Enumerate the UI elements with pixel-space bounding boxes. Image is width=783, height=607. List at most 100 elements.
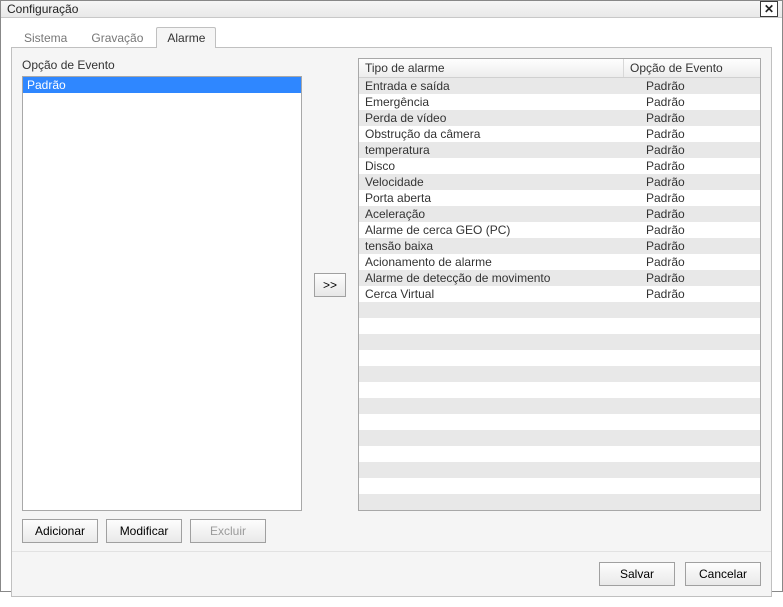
column-header-alarm-type[interactable]: Tipo de alarme bbox=[359, 59, 624, 77]
cell-event-option: Padrão bbox=[640, 127, 760, 141]
cell-event-option: Padrão bbox=[640, 207, 760, 221]
tab-panel-alarme: Opção de Evento Padrão >> Tipo de alarme… bbox=[11, 48, 772, 597]
cell-event-option: Padrão bbox=[640, 271, 760, 285]
cell-event-option: Padrão bbox=[640, 159, 760, 173]
dialog-footer: Salvar Cancelar bbox=[12, 551, 771, 586]
cell-alarm-type: Entrada e saída bbox=[359, 79, 640, 93]
table-row[interactable]: Cerca VirtualPadrão bbox=[359, 286, 760, 302]
cell-alarm-type: Obstrução da câmera bbox=[359, 127, 640, 141]
titlebar: Configuração ✕ bbox=[1, 1, 782, 18]
cell-event-option: . bbox=[640, 319, 760, 333]
tab-alarme[interactable]: Alarme bbox=[156, 27, 216, 48]
cell-alarm-type: Alarme de cerca GEO (PC) bbox=[359, 223, 640, 237]
table-row[interactable]: Alarme de detecção de movimentoPadrão bbox=[359, 270, 760, 286]
cell-alarm-type: Alarme de detecção de movimento bbox=[359, 271, 640, 285]
close-button[interactable]: ✕ bbox=[760, 1, 778, 17]
cell-event-option: Padrão bbox=[640, 255, 760, 269]
cell-alarm-type: . bbox=[359, 431, 640, 445]
cell-event-option: . bbox=[640, 335, 760, 349]
cell-alarm-type: . bbox=[359, 335, 640, 349]
cell-alarm-type: . bbox=[359, 303, 640, 317]
table-row-empty: .. bbox=[359, 462, 760, 478]
cell-alarm-type: . bbox=[359, 351, 640, 365]
cell-event-option: . bbox=[640, 495, 760, 509]
table-row[interactable]: DiscoPadrão bbox=[359, 158, 760, 174]
cell-event-option: . bbox=[640, 399, 760, 413]
add-button[interactable]: Adicionar bbox=[22, 519, 98, 543]
tab-gravacao[interactable]: Gravação bbox=[80, 27, 154, 48]
client-area: SistemaGravaçãoAlarme Opção de Evento Pa… bbox=[1, 18, 782, 607]
table-row[interactable]: Alarme de cerca GEO (PC)Padrão bbox=[359, 222, 760, 238]
cell-alarm-type: . bbox=[359, 367, 640, 381]
cell-event-option: Padrão bbox=[640, 239, 760, 253]
cell-alarm-type: Porta aberta bbox=[359, 191, 640, 205]
table-row[interactable]: AceleraçãoPadrão bbox=[359, 206, 760, 222]
table-row-empty: .. bbox=[359, 302, 760, 318]
cell-event-option: Padrão bbox=[640, 95, 760, 109]
table-row-empty: .. bbox=[359, 430, 760, 446]
cell-event-option: Padrão bbox=[640, 191, 760, 205]
delete-button[interactable]: Excluir bbox=[190, 519, 266, 543]
cell-alarm-type: Velocidade bbox=[359, 175, 640, 189]
assign-column: >> bbox=[310, 58, 350, 511]
table-row-empty: .. bbox=[359, 494, 760, 510]
cell-alarm-type: . bbox=[359, 479, 640, 493]
cell-event-option: Padrão bbox=[640, 223, 760, 237]
cell-alarm-type: Emergência bbox=[359, 95, 640, 109]
event-option-label: Opção de Evento bbox=[22, 58, 302, 72]
modify-button[interactable]: Modificar bbox=[106, 519, 182, 543]
table-row[interactable]: Obstrução da câmeraPadrão bbox=[359, 126, 760, 142]
main-row: Opção de Evento Padrão >> Tipo de alarme… bbox=[22, 58, 761, 511]
event-option-list[interactable]: Padrão bbox=[22, 76, 302, 511]
window-title: Configuração bbox=[7, 2, 760, 16]
alarm-table-header: Tipo de alarme Opção de Evento bbox=[359, 59, 760, 78]
cell-alarm-type: Acionamento de alarme bbox=[359, 255, 640, 269]
alarm-table-body[interactable]: Entrada e saídaPadrãoEmergênciaPadrãoPer… bbox=[359, 78, 760, 510]
cell-event-option: Padrão bbox=[640, 111, 760, 125]
cell-event-option: . bbox=[640, 463, 760, 477]
table-row[interactable]: Acionamento de alarmePadrão bbox=[359, 254, 760, 270]
table-row[interactable]: EmergênciaPadrão bbox=[359, 94, 760, 110]
cell-alarm-type: tensão baixa bbox=[359, 239, 640, 253]
alarm-table-column: Tipo de alarme Opção de Evento Entrada e… bbox=[358, 58, 761, 511]
table-row[interactable]: Entrada e saídaPadrão bbox=[359, 78, 760, 94]
table-row-empty: .. bbox=[359, 414, 760, 430]
cell-event-option: . bbox=[640, 367, 760, 381]
cell-event-option: Padrão bbox=[640, 79, 760, 93]
cell-event-option: . bbox=[640, 351, 760, 365]
table-row[interactable]: Perda de vídeoPadrão bbox=[359, 110, 760, 126]
tab-strip: SistemaGravaçãoAlarme bbox=[11, 26, 772, 48]
table-row-empty: .. bbox=[359, 334, 760, 350]
table-row[interactable]: VelocidadePadrão bbox=[359, 174, 760, 190]
cell-event-option: Padrão bbox=[640, 175, 760, 189]
cell-alarm-type: Disco bbox=[359, 159, 640, 173]
cell-event-option: . bbox=[640, 431, 760, 445]
table-row[interactable]: tensão baixaPadrão bbox=[359, 238, 760, 254]
left-button-row: Adicionar Modificar Excluir bbox=[22, 519, 761, 543]
cell-alarm-type: . bbox=[359, 319, 640, 333]
cell-alarm-type: Cerca Virtual bbox=[359, 287, 640, 301]
list-item[interactable]: Padrão bbox=[23, 77, 301, 93]
cell-alarm-type: . bbox=[359, 495, 640, 509]
table-row[interactable]: Porta abertaPadrão bbox=[359, 190, 760, 206]
cell-event-option: Padrão bbox=[640, 143, 760, 157]
assign-button[interactable]: >> bbox=[314, 273, 346, 297]
cell-alarm-type: . bbox=[359, 383, 640, 397]
tab-sistema[interactable]: Sistema bbox=[13, 27, 78, 48]
cell-alarm-type: . bbox=[359, 447, 640, 461]
table-row[interactable]: temperaturaPadrão bbox=[359, 142, 760, 158]
table-row-empty: .. bbox=[359, 350, 760, 366]
table-row-empty: .. bbox=[359, 366, 760, 382]
close-icon: ✕ bbox=[764, 3, 774, 15]
table-row-empty: .. bbox=[359, 446, 760, 462]
table-row-empty: .. bbox=[359, 382, 760, 398]
cell-event-option: . bbox=[640, 303, 760, 317]
cell-alarm-type: Aceleração bbox=[359, 207, 640, 221]
cell-event-option: Padrão bbox=[640, 287, 760, 301]
cell-event-option: . bbox=[640, 383, 760, 397]
cell-alarm-type: . bbox=[359, 415, 640, 429]
table-row-empty: .. bbox=[359, 318, 760, 334]
column-header-event-option[interactable]: Opção de Evento bbox=[624, 59, 744, 77]
cancel-button[interactable]: Cancelar bbox=[685, 562, 761, 586]
save-button[interactable]: Salvar bbox=[599, 562, 675, 586]
